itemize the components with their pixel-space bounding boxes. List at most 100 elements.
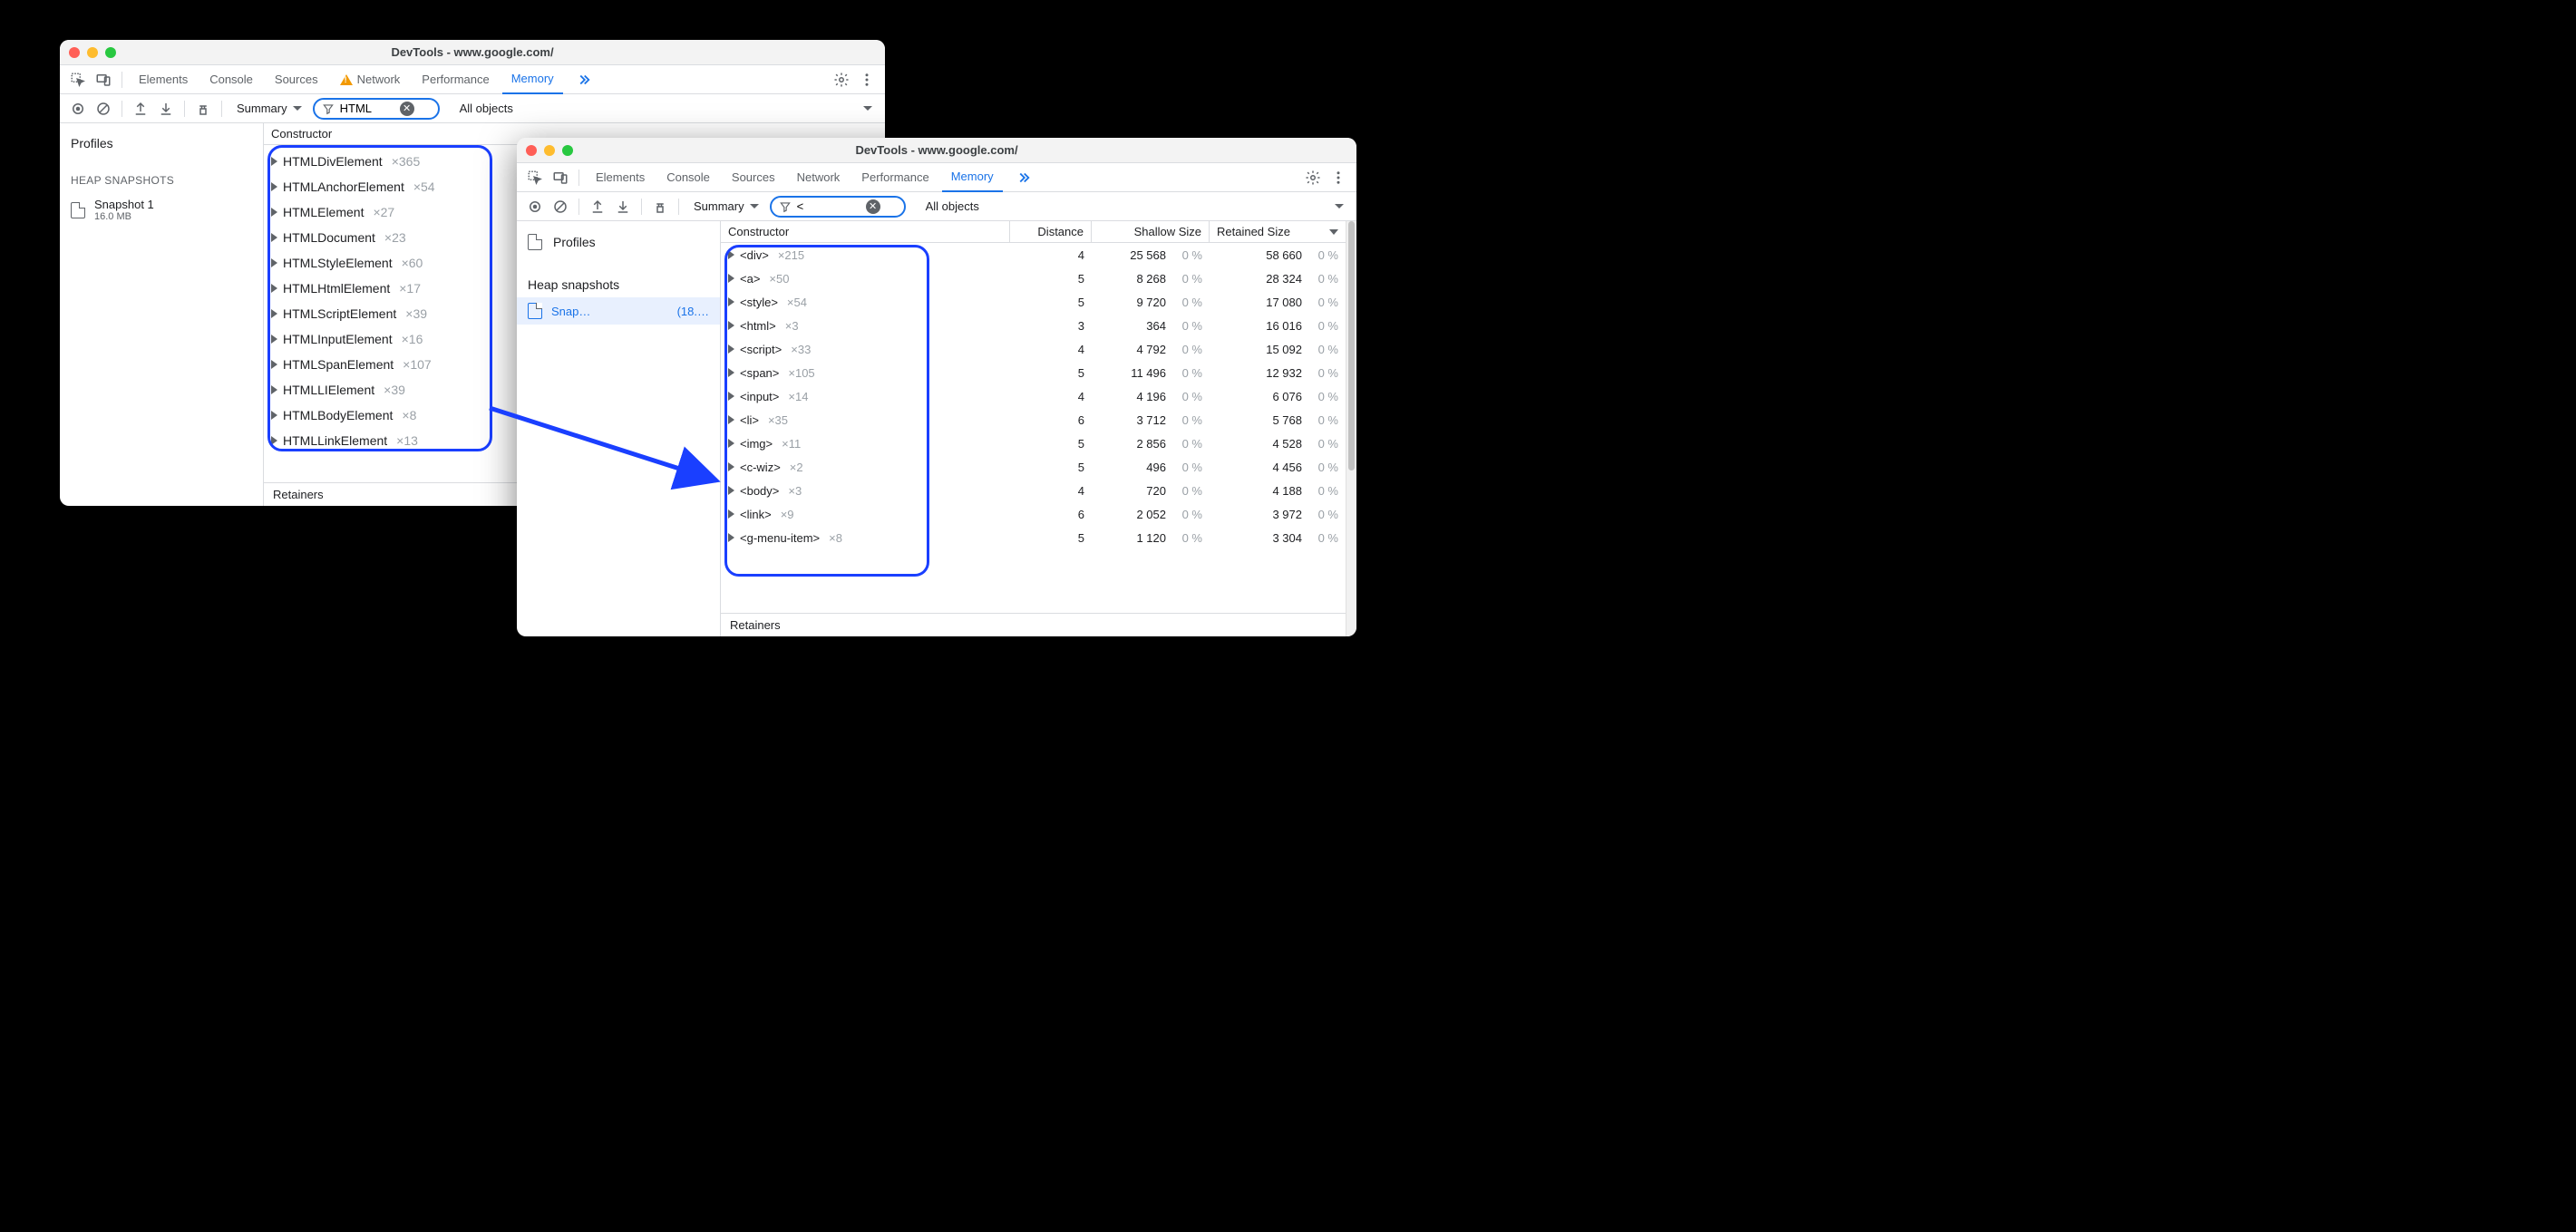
expand-icon[interactable] bbox=[728, 415, 734, 424]
tab-network[interactable]: Network bbox=[788, 163, 850, 192]
expand-icon[interactable] bbox=[728, 297, 734, 306]
expand-icon[interactable] bbox=[271, 258, 277, 267]
heap-row[interactable]: <a>×5058 2680 %28 3240 % bbox=[721, 267, 1346, 290]
view-dropdown[interactable]: Summary bbox=[229, 98, 309, 120]
heap-row[interactable]: <html>×333640 %16 0160 % bbox=[721, 314, 1346, 337]
heap-row[interactable]: <script>×3344 7920 %15 0920 % bbox=[721, 337, 1346, 361]
record-icon[interactable] bbox=[524, 196, 546, 218]
filter-input[interactable] bbox=[797, 199, 860, 213]
upload-icon[interactable] bbox=[130, 98, 151, 120]
clear-filter-button[interactable]: ✕ bbox=[866, 199, 880, 214]
expand-icon[interactable] bbox=[728, 250, 734, 259]
heap-row[interactable]: <link>×962 0520 %3 9720 % bbox=[721, 502, 1346, 526]
heap-row[interactable]: <img>×1152 8560 %4 5280 % bbox=[721, 432, 1346, 455]
expand-icon[interactable] bbox=[271, 385, 277, 394]
expand-icon[interactable] bbox=[728, 439, 734, 448]
clear-icon[interactable] bbox=[92, 98, 114, 120]
tab-elements[interactable]: Elements bbox=[130, 65, 197, 94]
heap-row[interactable]: <style>×5459 7200 %17 0800 % bbox=[721, 290, 1346, 314]
col-distance[interactable]: Distance bbox=[1010, 221, 1092, 242]
scope-dropdown[interactable]: All objects bbox=[452, 98, 520, 120]
expand-icon[interactable] bbox=[728, 486, 734, 495]
inspect-icon[interactable] bbox=[67, 69, 89, 91]
inspect-icon[interactable] bbox=[524, 167, 546, 189]
tab-performance[interactable]: Performance bbox=[852, 163, 938, 192]
device-icon[interactable] bbox=[549, 167, 571, 189]
expand-icon[interactable] bbox=[728, 344, 734, 354]
kebab-icon[interactable] bbox=[1327, 167, 1349, 189]
expand-icon[interactable] bbox=[728, 321, 734, 330]
device-icon[interactable] bbox=[92, 69, 114, 91]
retainers-header[interactable]: Retainers bbox=[721, 613, 1346, 636]
expand-icon[interactable] bbox=[271, 335, 277, 344]
expand-icon[interactable] bbox=[271, 233, 277, 242]
download-icon[interactable] bbox=[155, 98, 177, 120]
tab-memory[interactable]: Memory bbox=[502, 65, 563, 94]
clear-icon[interactable] bbox=[549, 196, 571, 218]
heap-row[interactable]: <body>×347200 %4 1880 % bbox=[721, 479, 1346, 502]
expand-icon[interactable] bbox=[271, 284, 277, 293]
expand-icon[interactable] bbox=[271, 360, 277, 369]
expand-icon[interactable] bbox=[271, 309, 277, 318]
minimize-icon[interactable] bbox=[87, 47, 98, 58]
heap-rows[interactable]: <div>×215425 5680 %58 6600 %<a>×5058 268… bbox=[721, 243, 1346, 613]
gear-icon[interactable] bbox=[1302, 167, 1324, 189]
tab-sources[interactable]: Sources bbox=[266, 65, 327, 94]
clear-filter-button[interactable]: ✕ bbox=[400, 102, 414, 116]
filter-input[interactable] bbox=[340, 102, 394, 115]
expand-icon[interactable] bbox=[728, 533, 734, 542]
constructor-header[interactable]: Constructor bbox=[264, 127, 339, 141]
tab-network[interactable]: Network bbox=[331, 65, 410, 94]
expand-icon[interactable] bbox=[271, 436, 277, 445]
class-filter[interactable]: ✕ bbox=[770, 196, 906, 218]
snapshot-item[interactable]: Snapshot 1 16.0 MB bbox=[60, 192, 263, 228]
expand-icon[interactable] bbox=[271, 157, 277, 166]
heap-row[interactable]: <div>×215425 5680 %58 6600 % bbox=[721, 243, 1346, 267]
tab-sources[interactable]: Sources bbox=[723, 163, 784, 192]
expand-icon[interactable] bbox=[728, 368, 734, 377]
vertical-scrollbar[interactable] bbox=[1346, 221, 1356, 636]
expand-icon[interactable] bbox=[728, 462, 734, 471]
more-tabs-button[interactable] bbox=[567, 65, 601, 94]
tab-performance[interactable]: Performance bbox=[413, 65, 498, 94]
tab-console[interactable]: Console bbox=[200, 65, 262, 94]
gear-icon[interactable] bbox=[831, 69, 852, 91]
col-constructor[interactable]: Constructor bbox=[721, 221, 1010, 242]
col-retained[interactable]: Retained Size bbox=[1210, 221, 1346, 242]
scrollbar-thumb[interactable] bbox=[1348, 221, 1355, 470]
upload-icon[interactable] bbox=[587, 196, 608, 218]
record-icon[interactable] bbox=[67, 98, 89, 120]
heap-row[interactable]: <input>×1444 1960 %6 0760 % bbox=[721, 384, 1346, 408]
expand-icon[interactable] bbox=[271, 411, 277, 420]
minimize-icon[interactable] bbox=[544, 145, 555, 156]
heap-row[interactable]: <c-wiz>×254960 %4 4560 % bbox=[721, 455, 1346, 479]
tab-memory[interactable]: Memory bbox=[942, 163, 1003, 192]
tab-console[interactable]: Console bbox=[657, 163, 719, 192]
download-icon[interactable] bbox=[612, 196, 634, 218]
snapshot-item[interactable]: Snap… (18.… bbox=[517, 297, 720, 325]
gc-icon[interactable] bbox=[649, 196, 671, 218]
expand-icon[interactable] bbox=[271, 182, 277, 191]
heap-row[interactable]: <span>×105511 4960 %12 9320 % bbox=[721, 361, 1346, 384]
expand-icon[interactable] bbox=[271, 208, 277, 217]
heap-row[interactable]: <li>×3563 7120 %5 7680 % bbox=[721, 408, 1346, 432]
expand-icon[interactable] bbox=[728, 509, 734, 519]
close-icon[interactable] bbox=[69, 47, 80, 58]
expand-icon[interactable] bbox=[728, 274, 734, 283]
expand-icon[interactable] bbox=[728, 392, 734, 401]
gc-icon[interactable] bbox=[192, 98, 214, 120]
zoom-icon[interactable] bbox=[562, 145, 573, 156]
scope-dropdown[interactable]: All objects bbox=[919, 196, 987, 218]
heap-row[interactable]: <g-menu-item>×851 1200 %3 3040 % bbox=[721, 526, 1346, 549]
view-dropdown[interactable]: Summary bbox=[686, 196, 766, 218]
col-shallow[interactable]: Shallow Size bbox=[1092, 221, 1210, 242]
zoom-icon[interactable] bbox=[105, 47, 116, 58]
close-icon[interactable] bbox=[526, 145, 537, 156]
kebab-icon[interactable] bbox=[856, 69, 878, 91]
more-tabs-button[interactable] bbox=[1006, 163, 1041, 192]
class-filter[interactable]: ✕ bbox=[313, 98, 440, 120]
chevron-down-icon[interactable] bbox=[1335, 204, 1344, 209]
chevron-down-icon[interactable] bbox=[863, 106, 872, 111]
shallow-cell: 25 5680 % bbox=[1092, 248, 1210, 262]
tab-elements[interactable]: Elements bbox=[587, 163, 654, 192]
